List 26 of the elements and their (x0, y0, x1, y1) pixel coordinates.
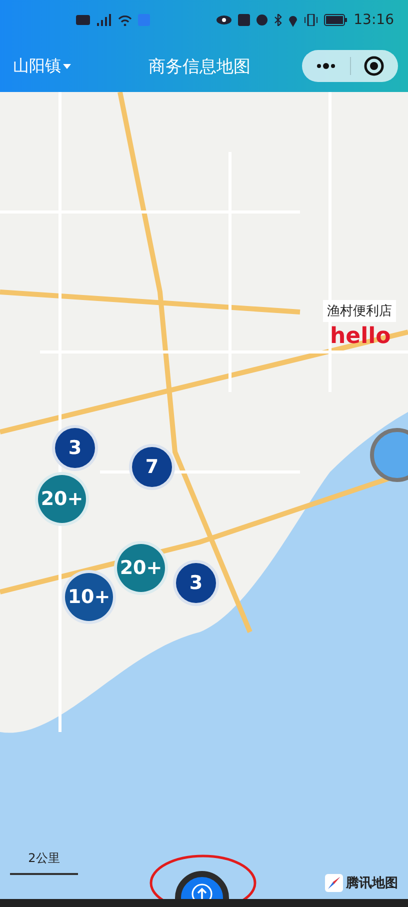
location-icon (288, 14, 298, 26)
cluster-marker[interactable]: 10+ (62, 570, 116, 624)
battery-icon (324, 14, 348, 26)
up-arrow-icon (191, 883, 213, 899)
eye-icon (216, 15, 232, 25)
shop-logo[interactable]: hello (330, 324, 391, 349)
caret-icon (63, 64, 71, 68)
cluster-marker[interactable]: 20+ (35, 472, 89, 526)
vibrate-icon (304, 14, 318, 26)
scale-bar: 2公里 (10, 850, 78, 875)
bluetooth-icon (274, 14, 282, 26)
shop-label: 渔村便利店 (323, 300, 396, 322)
wifi-icon (118, 14, 132, 26)
target-icon (364, 56, 384, 76)
map-view[interactable]: 3 7 20+ 20+ 10+ 3 渔村便利店 hello 2公里 腾讯地图 (0, 92, 408, 907)
status-time: 13:16 (354, 12, 394, 28)
page-title: 商务信息地图 (148, 56, 250, 78)
cluster-marker[interactable]: 3 (173, 560, 219, 606)
map-attribution: 腾讯地图 (346, 875, 398, 892)
hd-icon (76, 15, 90, 25)
signal-icon (96, 14, 112, 26)
more-icon (316, 63, 336, 69)
compass-logo-icon (325, 874, 343, 892)
cluster-marker[interactable]: 20+ (114, 541, 168, 595)
cluster-marker[interactable]: 7 (129, 444, 175, 490)
cluster-marker[interactable]: 3 (52, 425, 98, 471)
